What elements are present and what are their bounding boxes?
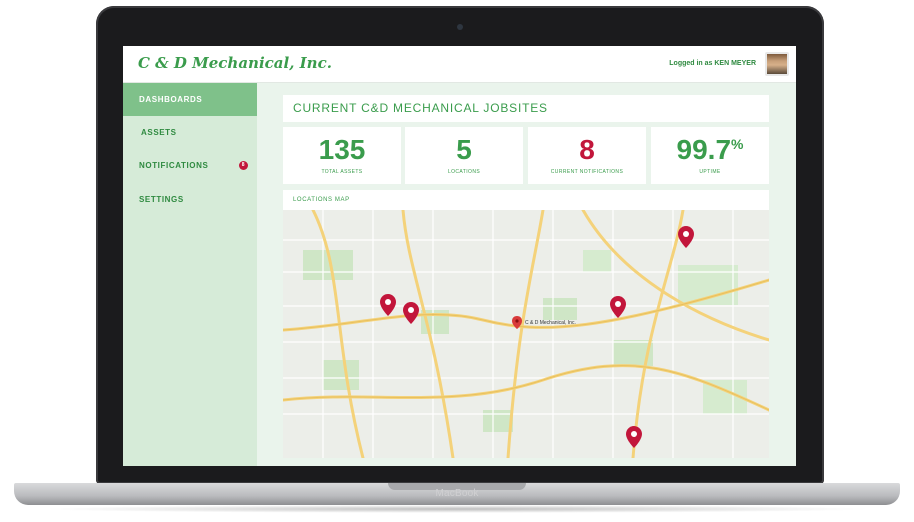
main-content: CURRENT C&D MECHANICAL JOBSITES 135 TOTA…	[257, 83, 796, 466]
stat-card-total-assets: 135 TOTAL ASSETS	[283, 127, 401, 184]
stat-label: TOTAL ASSETS	[321, 169, 363, 175]
stat-label: UPTIME	[699, 169, 721, 175]
notification-count-badge: 8	[239, 161, 248, 170]
sidebar-item-label: DASHBOARDS	[139, 95, 203, 104]
camera-dot	[457, 24, 463, 30]
avatar[interactable]	[765, 52, 789, 76]
hq-map-label: C & D Mechanical, Inc.	[525, 320, 576, 326]
map-pin-icon[interactable]	[626, 426, 642, 448]
sidebar-item-assets[interactable]: ASSETS	[123, 116, 257, 149]
company-logo[interactable]: C & D Mechanical, Inc.	[138, 54, 332, 72]
logged-in-user-label: Logged in as KEN MEYER	[669, 60, 756, 67]
map-header: LOCATIONS MAP	[293, 197, 350, 203]
sidebar: DASHBOARDS ASSETS NOTIFICATIONS 8 SETTIN…	[123, 83, 257, 466]
stat-value: 5	[456, 134, 472, 165]
sidebar-item-label: NOTIFICATIONS	[139, 161, 209, 170]
map-pin-icon[interactable]	[678, 226, 694, 248]
laptop-shadow	[40, 505, 874, 513]
map-background: C & D Mechanical, Inc.	[283, 210, 769, 458]
stat-value: 99.7%	[651, 135, 769, 165]
top-bar: C & D Mechanical, Inc. Logged in as KEN …	[123, 46, 796, 83]
locations-map[interactable]: C & D Mechanical, Inc.	[283, 210, 769, 458]
map-pin-icon[interactable]	[610, 296, 626, 318]
stat-label: CURRENT NOTIFICATIONS	[550, 169, 624, 175]
locations-map-card: LOCATIONS MAP C & D Mechanical, Inc.	[283, 190, 769, 458]
sidebar-item-settings[interactable]: SETTINGS	[123, 183, 257, 216]
sidebar-item-label: SETTINGS	[139, 195, 184, 204]
stat-label: LOCATIONS	[447, 169, 481, 175]
app-screen: C & D Mechanical, Inc. Logged in as KEN …	[123, 46, 796, 466]
stat-card-current-notifications: 8 CURRENT NOTIFICATIONS	[528, 127, 646, 184]
map-pin-icon[interactable]	[403, 302, 419, 324]
stat-value: 135	[318, 134, 366, 165]
page-title: CURRENT C&D MECHANICAL JOBSITES	[283, 95, 769, 122]
sidebar-item-label: ASSETS	[141, 128, 177, 137]
map-pin-icon[interactable]	[380, 294, 396, 316]
uptime-number: 99.7	[676, 134, 732, 165]
sidebar-item-dashboards[interactable]: DASHBOARDS	[123, 83, 257, 116]
stat-value: 8	[579, 134, 595, 165]
sidebar-item-notifications[interactable]: NOTIFICATIONS 8	[123, 149, 257, 182]
stat-card-uptime: 99.7% UPTIME	[651, 127, 769, 184]
laptop-brand-label: MacBook	[435, 488, 479, 499]
stat-card-locations: 5 LOCATIONS	[405, 127, 523, 184]
uptime-percent-sign: %	[731, 136, 744, 152]
